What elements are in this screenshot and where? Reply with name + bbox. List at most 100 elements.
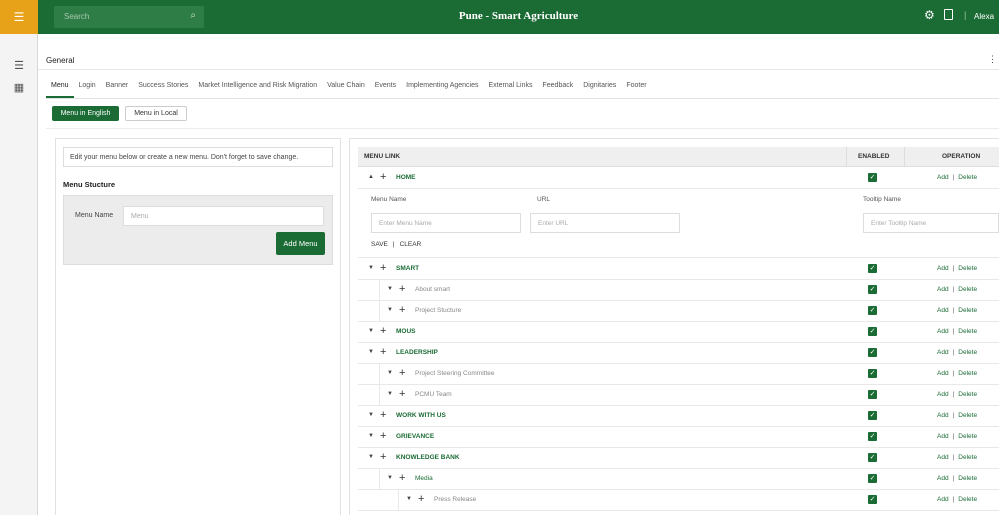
expand-toggle-icon[interactable]: ▼ bbox=[387, 370, 393, 376]
delete-link[interactable]: Delete bbox=[958, 475, 977, 482]
drag-handle-icon[interactable]: + bbox=[380, 451, 386, 463]
expand-toggle-icon[interactable]: ▼ bbox=[406, 496, 412, 502]
tab-implementing-agencies[interactable]: Implementing Agencies bbox=[401, 78, 483, 98]
expand-toggle-icon[interactable]: ▼ bbox=[368, 328, 374, 334]
add-link[interactable]: Add bbox=[937, 475, 949, 482]
enabled-checkbox[interactable]: ✓ bbox=[868, 306, 877, 315]
hamburger-icon[interactable]: ☰ bbox=[0, 0, 38, 34]
more-options-icon[interactable]: ⋮ bbox=[988, 54, 997, 65]
delete-link[interactable]: Delete bbox=[958, 412, 977, 419]
delete-link[interactable]: Delete bbox=[958, 349, 977, 356]
enabled-checkbox[interactable]: ✓ bbox=[868, 348, 877, 357]
expand-toggle-icon[interactable]: ▼ bbox=[368, 454, 374, 460]
user-name[interactable]: Alexa bbox=[974, 12, 994, 21]
expand-toggle-icon[interactable]: ▼ bbox=[387, 307, 393, 313]
menu-item-label[interactable]: WORK WITH US bbox=[396, 412, 446, 419]
enabled-checkbox[interactable]: ✓ bbox=[868, 390, 877, 399]
delete-link[interactable]: Delete bbox=[958, 433, 977, 440]
delete-link[interactable]: Delete bbox=[958, 286, 977, 293]
enabled-checkbox[interactable]: ✓ bbox=[868, 453, 877, 462]
menu-item-label[interactable]: Project Steering Committee bbox=[415, 370, 494, 377]
enabled-checkbox[interactable]: ✓ bbox=[868, 285, 877, 294]
add-link[interactable]: Add bbox=[937, 307, 949, 314]
add-link[interactable]: Add bbox=[937, 328, 949, 335]
drag-handle-icon[interactable]: + bbox=[380, 346, 386, 358]
menu-name-input[interactable]: Menu bbox=[123, 206, 324, 226]
add-link[interactable]: Add bbox=[937, 349, 949, 356]
list-icon[interactable]: ☰ bbox=[0, 56, 38, 74]
add-link[interactable]: Add bbox=[937, 433, 949, 440]
enabled-checkbox[interactable]: ✓ bbox=[868, 411, 877, 420]
menu-name-field[interactable]: Enter Menu Name bbox=[371, 213, 521, 233]
tab-market-intelligence-and-risk-migration[interactable]: Market Intelligence and Risk Migration bbox=[193, 78, 322, 98]
tooltip-name-field[interactable]: Enter Tooltip Name bbox=[863, 213, 999, 233]
delete-link[interactable]: Delete bbox=[958, 391, 977, 398]
menu-item-label[interactable]: LEADERSHIP bbox=[396, 349, 438, 356]
enabled-checkbox[interactable]: ✓ bbox=[868, 495, 877, 504]
clear-button[interactable]: CLEAR bbox=[400, 241, 422, 248]
menu-item-label[interactable]: KNOWLEDGE BANK bbox=[396, 454, 460, 461]
menu-item-label[interactable]: Press Release bbox=[434, 496, 476, 503]
drag-handle-icon[interactable]: + bbox=[418, 493, 424, 505]
expand-toggle-icon[interactable]: ▼ bbox=[368, 349, 374, 355]
delete-link[interactable]: Delete bbox=[958, 328, 977, 335]
save-button[interactable]: SAVE bbox=[371, 241, 388, 248]
delete-link[interactable]: Delete bbox=[958, 496, 977, 503]
tab-footer[interactable]: Footer bbox=[621, 78, 651, 98]
menu-item-label[interactable]: PCMU Team bbox=[415, 391, 452, 398]
delete-link[interactable]: Delete bbox=[958, 265, 977, 272]
drag-handle-icon[interactable]: + bbox=[399, 472, 405, 484]
drag-handle-icon[interactable]: + bbox=[399, 367, 405, 379]
delete-link[interactable]: Delete bbox=[958, 174, 977, 181]
add-link[interactable]: Add bbox=[937, 412, 949, 419]
menu-item-label[interactable]: About smart bbox=[415, 286, 450, 293]
add-menu-button[interactable]: Add Menu bbox=[276, 232, 325, 255]
add-link[interactable]: Add bbox=[937, 370, 949, 377]
enabled-checkbox[interactable]: ✓ bbox=[868, 173, 877, 182]
drag-handle-icon[interactable]: + bbox=[380, 409, 386, 421]
delete-link[interactable]: Delete bbox=[958, 370, 977, 377]
add-link[interactable]: Add bbox=[937, 454, 949, 461]
menu-item-label[interactable]: HOME bbox=[396, 174, 416, 181]
menu-item-label[interactable]: MOUS bbox=[396, 328, 416, 335]
enabled-checkbox[interactable]: ✓ bbox=[868, 369, 877, 378]
expand-toggle-icon[interactable]: ▼ bbox=[387, 286, 393, 292]
tab-banner[interactable]: Banner bbox=[101, 78, 134, 98]
enabled-checkbox[interactable]: ✓ bbox=[868, 474, 877, 483]
drag-handle-icon[interactable]: + bbox=[399, 304, 405, 316]
tab-success-stories[interactable]: Success Stories bbox=[133, 78, 193, 98]
expand-toggle-icon[interactable]: ▼ bbox=[387, 475, 393, 481]
expand-toggle-icon[interactable]: ▼ bbox=[368, 433, 374, 439]
tab-events[interactable]: Events bbox=[370, 78, 401, 98]
menu-local-button[interactable]: Menu in Local bbox=[125, 106, 187, 121]
add-link[interactable]: Add bbox=[937, 174, 949, 181]
tab-login[interactable]: Login bbox=[74, 78, 101, 98]
expand-toggle-icon[interactable]: ▼ bbox=[368, 412, 374, 418]
url-field[interactable]: Enter URL bbox=[530, 213, 680, 233]
tab-feedback[interactable]: Feedback bbox=[537, 78, 578, 98]
drag-handle-icon[interactable]: + bbox=[399, 388, 405, 400]
drag-handle-icon[interactable]: + bbox=[380, 262, 386, 274]
expand-toggle-icon[interactable]: ▼ bbox=[387, 391, 393, 397]
menu-english-button[interactable]: Menu in English bbox=[52, 106, 119, 121]
add-link[interactable]: Add bbox=[937, 265, 949, 272]
drag-handle-icon[interactable]: + bbox=[399, 283, 405, 295]
add-link[interactable]: Add bbox=[937, 391, 949, 398]
drag-handle-icon[interactable]: + bbox=[380, 325, 386, 337]
menu-item-label[interactable]: Project Stucture bbox=[415, 307, 461, 314]
tab-value-chain[interactable]: Value Chain bbox=[322, 78, 370, 98]
tab-external-links[interactable]: External Links bbox=[484, 78, 538, 98]
expand-toggle-icon[interactable]: ▼ bbox=[368, 265, 374, 271]
tab-dignitaries[interactable]: Dignitaries bbox=[578, 78, 621, 98]
menu-item-label[interactable]: SMART bbox=[396, 265, 419, 272]
drag-handle-icon[interactable]: + bbox=[380, 171, 386, 183]
delete-link[interactable]: Delete bbox=[958, 307, 977, 314]
gear-icon[interactable]: ⚙ bbox=[924, 8, 935, 22]
enabled-checkbox[interactable]: ✓ bbox=[868, 327, 877, 336]
delete-link[interactable]: Delete bbox=[958, 454, 977, 461]
drag-handle-icon[interactable]: + bbox=[380, 430, 386, 442]
add-link[interactable]: Add bbox=[937, 496, 949, 503]
grid-icon[interactable]: ▦ bbox=[0, 78, 38, 96]
menu-item-label[interactable]: GRIEVANCE bbox=[396, 433, 434, 440]
expand-toggle-icon[interactable]: ▲ bbox=[368, 174, 374, 180]
